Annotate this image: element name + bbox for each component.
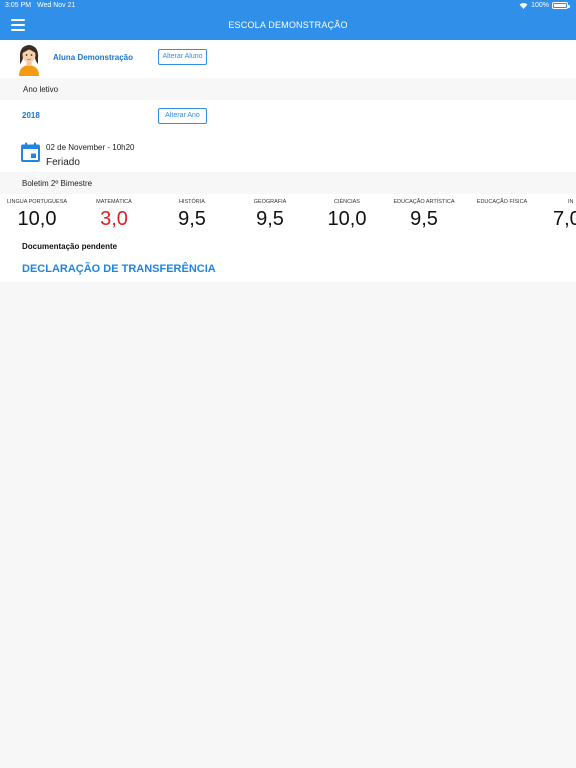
event-date: 02 de November - 10h20 — [46, 143, 135, 152]
school-year-row: 2018 Alterar Ano — [0, 100, 576, 132]
grade-subject: IN — [568, 199, 574, 205]
grade-subject: MATEMÁTICA — [96, 199, 132, 205]
battery-icon — [552, 2, 570, 9]
student-row: Aluna Demonstração Alterar Aluno — [0, 40, 576, 78]
grade-subject: LINGUA PORTUGUESA — [6, 199, 68, 205]
grade-value: 7,0 — [553, 208, 576, 230]
grade-subject: EDUCAÇÃO ARTÍSTICA — [393, 199, 455, 205]
page-title: ESCOLA DEMONSTRAÇÃO — [228, 20, 348, 30]
report-label: Boletim 2º Bimestre — [22, 179, 93, 188]
grade-card[interactable]: GEOGRAFIA 9,5 — [234, 194, 306, 236]
grade-subject: CIÊNCIAS — [334, 199, 360, 205]
grade-card[interactable]: IN 7,0 — [552, 194, 576, 236]
grade-card[interactable]: EDUCAÇÃO FÍSICA — [466, 194, 538, 236]
status-bar: 3:05 PM Wed Nov 21 100% — [0, 0, 576, 11]
grade-card[interactable]: MATEMÁTICA 3,0 — [78, 194, 150, 236]
grade-value: 10,0 — [17, 208, 57, 230]
documents-label: Documentação pendente — [22, 242, 118, 251]
calendar-icon — [20, 142, 41, 163]
event-title: Feriado — [46, 157, 80, 168]
status-date: Wed Nov 21 — [37, 2, 76, 9]
grade-value: 9,5 — [256, 208, 284, 230]
grade-value: 10,0 — [327, 208, 367, 230]
school-year-label: Ano letivo — [23, 85, 59, 94]
grade-value: 9,5 — [178, 208, 206, 230]
app-header: 3:05 PM Wed Nov 21 100% ESCOLA DEMONSTRA… — [0, 0, 576, 40]
grade-value: 9,5 — [410, 208, 438, 230]
grade-subject: HISTÓRIA — [179, 199, 205, 205]
document-link[interactable]: DECLARAÇÃO DE TRANSFERÊNCIA — [22, 263, 216, 275]
grade-card[interactable]: EDUCAÇÃO ARTÍSTICA 9,5 — [388, 194, 460, 236]
change-year-button[interactable]: Alterar Ano — [158, 108, 207, 124]
grade-card[interactable]: LINGUA PORTUGUESA 10,0 — [0, 194, 74, 236]
status-right: 100% — [519, 0, 570, 11]
status-time: 3:05 PM — [5, 2, 32, 9]
grade-value: 3,0 — [100, 208, 128, 230]
student-avatar-icon — [16, 42, 42, 76]
grade-card[interactable]: HISTÓRIA 9,5 — [156, 194, 228, 236]
report-label-row: Boletim 2º Bimestre — [0, 172, 576, 194]
grade-card[interactable]: CIÊNCIAS 10,0 — [311, 194, 383, 236]
grades-strip[interactable]: LINGUA PORTUGUESA 10,0 MATEMÁTICA 3,0 HI… — [0, 194, 576, 236]
student-name: Aluna Demonstração — [53, 53, 134, 62]
grade-subject: EDUCAÇÃO FÍSICA — [476, 199, 528, 205]
document-item-row[interactable]: DECLARAÇÃO DE TRANSFERÊNCIA — [0, 256, 576, 282]
school-year-label-row: Ano letivo — [0, 78, 576, 100]
documents-label-row: Documentação pendente — [0, 236, 576, 256]
battery-percent: 100% — [531, 2, 549, 9]
event-row[interactable]: 02 de November - 10h20 Feriado — [0, 132, 576, 172]
change-student-button[interactable]: Alterar Aluno — [158, 49, 207, 65]
grade-subject: GEOGRAFIA — [253, 199, 287, 205]
wifi-icon — [519, 2, 528, 9]
school-year-value: 2018 — [22, 111, 40, 120]
